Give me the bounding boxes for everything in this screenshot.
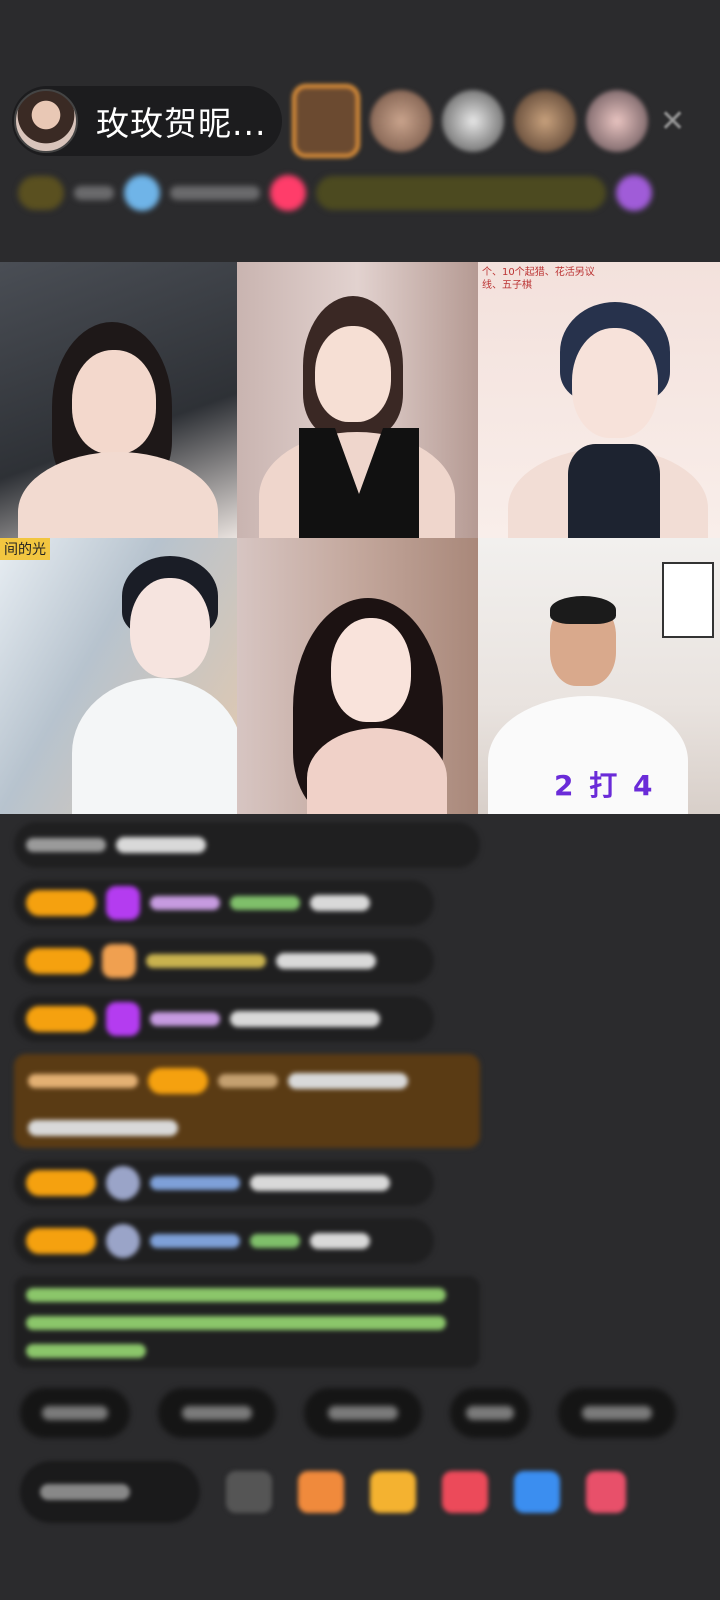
quick-reply-button[interactable] — [304, 1388, 422, 1438]
bag-icon[interactable] — [370, 1471, 416, 1513]
fan-icon[interactable] — [124, 175, 160, 211]
match-overlay-text: 2 打 4 — [554, 769, 656, 802]
host-avatar[interactable] — [14, 89, 78, 153]
comment-item[interactable] — [14, 938, 434, 984]
announcement-ticker[interactable] — [316, 176, 606, 210]
share-icon[interactable] — [514, 1471, 560, 1513]
room-info-row — [18, 168, 698, 218]
highlight-comment[interactable] — [14, 1054, 480, 1148]
viewer-avatar[interactable] — [586, 90, 648, 152]
guest-video-3[interactable]: 个、10个起猎、花活另议 线、五子棋 — [478, 262, 720, 538]
rank-badge[interactable] — [18, 176, 64, 210]
chat-comments — [14, 822, 494, 1368]
comment-item[interactable] — [14, 822, 480, 868]
close-icon[interactable]: ✕ — [660, 104, 685, 139]
guest-video-2[interactable] — [237, 262, 478, 538]
game-icon[interactable] — [442, 1471, 488, 1513]
host-name: 玫玫贺昵... — [96, 104, 267, 143]
heart-icon[interactable] — [270, 175, 306, 211]
viewer-avatar[interactable] — [514, 90, 576, 152]
gift-box-icon[interactable] — [298, 1471, 344, 1513]
multi-guest-video-grid: 个、10个起猎、花活另议 线、五子棋 间的光 2 打 4 — [0, 262, 720, 814]
guest-video-4[interactable]: 间的光 — [0, 538, 237, 814]
comment-item[interactable] — [14, 880, 434, 926]
quick-reply-button[interactable] — [558, 1388, 676, 1438]
emoji-icon[interactable] — [226, 1471, 272, 1513]
bottom-toolbar — [20, 1452, 710, 1532]
quick-reply-button[interactable] — [20, 1388, 130, 1438]
guest-caption: 个、10个起猎、花活另议 线、五子棋 — [482, 267, 595, 291]
guest-caption: 间的光 — [0, 538, 50, 560]
more-icon[interactable] — [586, 1471, 626, 1513]
quick-reply-button[interactable] — [450, 1388, 530, 1438]
system-notice — [14, 1276, 480, 1368]
viewer-avatar[interactable] — [370, 90, 432, 152]
guest-video-5[interactable] — [237, 538, 478, 814]
quick-reply-button[interactable] — [158, 1388, 276, 1438]
chat-input[interactable] — [20, 1461, 200, 1523]
gift-icon[interactable] — [616, 175, 652, 211]
guest-video-6[interactable]: 2 打 4 — [478, 538, 720, 814]
quick-reply-row — [20, 1388, 676, 1438]
viewer-avatar[interactable] — [292, 84, 360, 158]
comment-item[interactable] — [14, 996, 434, 1042]
viewer-avatars[interactable] — [292, 84, 648, 158]
guest-video-1[interactable] — [0, 262, 237, 538]
comment-item[interactable] — [14, 1218, 434, 1264]
viewer-avatar[interactable] — [442, 90, 504, 152]
host-info-pill[interactable]: 玫玫贺昵... — [12, 86, 282, 156]
comment-item[interactable] — [14, 1160, 434, 1206]
wall-painting — [662, 562, 714, 638]
